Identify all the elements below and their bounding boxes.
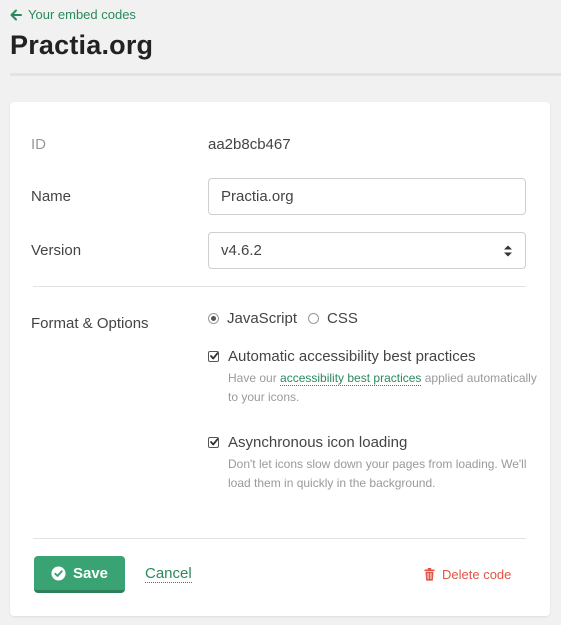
back-link-label: Your embed codes: [28, 7, 136, 22]
embed-settings-card: ID aa2b8cb467 Name Version v4.6.2 Format…: [10, 102, 550, 616]
async-option-title: Asynchronous icon loading: [228, 434, 408, 451]
save-button-label: Save: [72, 564, 109, 582]
format-option-css[interactable]: CSS: [308, 310, 358, 327]
radio-javascript[interactable]: [208, 313, 219, 324]
name-label: Name: [31, 188, 72, 205]
async-option-desc: Don't let icons slow down your pages fro…: [228, 457, 527, 490]
version-label: Version: [31, 242, 82, 259]
back-to-embed-codes-link[interactable]: Your embed codes: [10, 7, 136, 22]
delete-code-label: Delete code: [442, 567, 512, 582]
check-circle-icon: [51, 565, 66, 581]
version-select-value: v4.6.2: [221, 242, 262, 259]
radio-javascript-label: JavaScript: [227, 310, 298, 327]
checkmark-icon: [210, 352, 219, 360]
option-async-loading: Asynchronous icon loading Don't let icon…: [208, 434, 528, 493]
version-select[interactable]: v4.6.2: [208, 232, 526, 269]
page-title: Practia.org: [10, 30, 154, 60]
save-button[interactable]: Save: [34, 556, 125, 593]
accessibility-desc-before: Have our: [228, 371, 281, 385]
format-options-label: Format & Options: [31, 315, 149, 332]
async-loading-checkbox[interactable]: [208, 437, 219, 448]
title-divider: [10, 73, 561, 76]
radio-css-label: CSS: [327, 310, 358, 327]
id-value: aa2b8cb467: [208, 136, 291, 153]
trash-icon: [424, 568, 435, 581]
delete-code-link[interactable]: Delete code: [424, 567, 511, 582]
option-accessibility: Automatic accessibility best practices H…: [208, 348, 550, 407]
cancel-link[interactable]: Cancel: [145, 566, 192, 583]
name-input[interactable]: [208, 178, 526, 215]
id-label: ID: [31, 136, 46, 153]
section-divider: [33, 286, 526, 287]
actions-divider: [33, 538, 526, 539]
accessibility-option-desc: Have our accessibility best practices ap…: [228, 369, 550, 407]
checkmark-icon: [210, 438, 219, 446]
radio-css[interactable]: [308, 313, 320, 324]
arrow-left-icon: [10, 9, 22, 20]
format-option-javascript[interactable]: JavaScript: [208, 310, 297, 327]
accessibility-best-practices-link[interactable]: accessibility best practices: [280, 371, 422, 386]
accessibility-checkbox[interactable]: [208, 351, 219, 362]
sort-icon: [504, 245, 512, 256]
accessibility-option-title: Automatic accessibility best practices: [228, 348, 476, 365]
format-radio-group: JavaScript CSS: [208, 310, 369, 327]
